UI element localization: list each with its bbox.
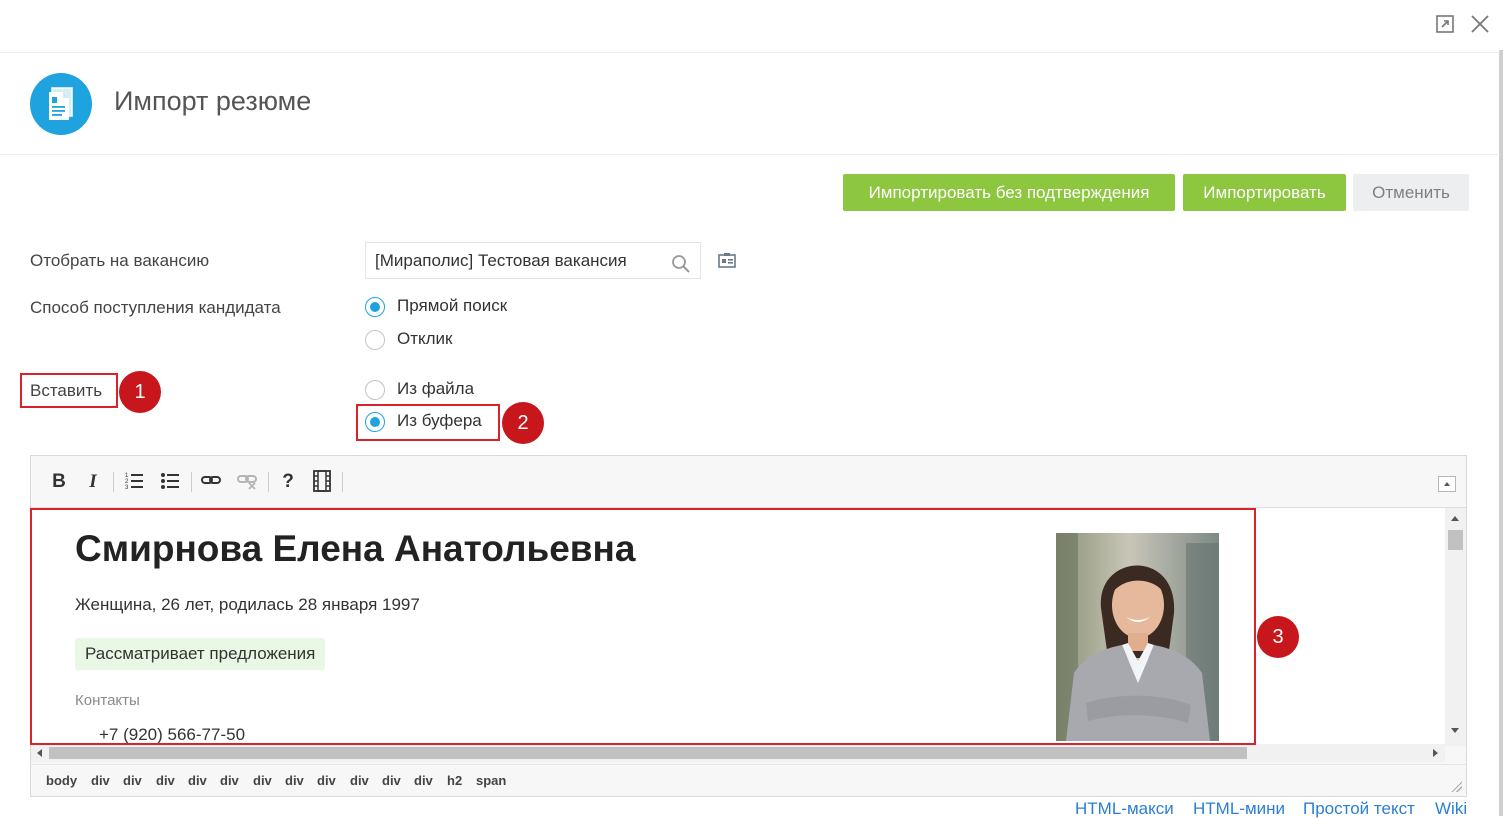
import-resume-dialog: Импорт резюме Импортировать без подтверж…	[0, 0, 1503, 819]
mode-link-html-maxi[interactable]: HTML-макси	[1075, 799, 1174, 819]
vacancy-input[interactable]: [Мираполис] Тестовая вакансия	[365, 242, 701, 279]
radio-selected-icon[interactable]	[365, 297, 385, 317]
path-crumb[interactable]: div	[285, 773, 304, 788]
link-icon[interactable]	[199, 470, 223, 494]
path-crumb[interactable]: div	[156, 773, 175, 788]
vacancy-value: [Мираполис] Тестовая вакансия	[375, 251, 627, 270]
source-option-label: Прямой поиск	[397, 296, 508, 315]
path-crumb[interactable]: h2	[447, 773, 462, 788]
path-crumb[interactable]: span	[476, 773, 506, 788]
import-button[interactable]: Импортировать	[1183, 174, 1346, 211]
path-crumb[interactable]: div	[350, 773, 369, 788]
horizontal-scroll-thumb[interactable]	[49, 747, 1247, 759]
resume-logo-icon	[30, 73, 92, 135]
bold-icon[interactable]: B	[47, 470, 71, 494]
close-icon[interactable]	[1470, 14, 1492, 36]
path-crumb[interactable]: div	[382, 773, 401, 788]
annotation-badge-1: 1	[119, 371, 161, 413]
media-icon[interactable]	[310, 470, 334, 494]
page-title: Импорт резюме	[114, 86, 312, 116]
path-crumb[interactable]: div	[253, 773, 272, 788]
resize-grip-icon[interactable]	[1450, 780, 1462, 792]
dialog-header: Импорт резюме	[0, 54, 1500, 155]
collapse-toolbar-button[interactable]	[1438, 476, 1456, 492]
radio-unselected-icon[interactable]	[365, 380, 385, 400]
toolbar-divider	[113, 472, 114, 492]
path-crumb[interactable]: div	[414, 773, 433, 788]
toolbar-divider	[342, 472, 343, 492]
import-without-confirmation-button[interactable]: Импортировать без подтверждения	[843, 174, 1175, 211]
svg-text:3: 3	[125, 485, 129, 490]
annotation-box-3	[30, 508, 1256, 745]
toolbar-divider	[268, 472, 269, 492]
annotation-box-1	[20, 373, 118, 408]
unlink-icon[interactable]	[235, 470, 259, 494]
vertical-scroll-thumb[interactable]	[1448, 530, 1463, 550]
path-crumb[interactable]: div	[123, 773, 142, 788]
bullet-list-icon[interactable]	[158, 470, 182, 494]
cancel-button[interactable]: Отменить	[1353, 174, 1469, 211]
vacancy-label: Отобрать на вакансию	[30, 251, 210, 270]
window-topbar	[0, 0, 1500, 53]
annotation-badge-3: 3	[1257, 616, 1299, 658]
window-edge	[1499, 50, 1503, 816]
path-crumb[interactable]: body	[46, 773, 77, 788]
radio-unselected-icon[interactable]	[365, 330, 385, 350]
editor-toolbar: B I 123 ?	[31, 456, 1466, 508]
path-crumb[interactable]: div	[220, 773, 239, 788]
italic-icon[interactable]: I	[81, 470, 105, 494]
scroll-left-icon[interactable]	[37, 749, 42, 757]
annotation-badge-2: 2	[502, 402, 544, 444]
scroll-right-icon[interactable]	[1433, 749, 1438, 757]
mode-link-plain-text[interactable]: Простой текст	[1303, 799, 1415, 819]
path-crumb[interactable]: div	[317, 773, 336, 788]
help-icon[interactable]: ?	[276, 470, 300, 494]
toolbar-divider	[191, 472, 192, 492]
annotation-box-2	[356, 404, 500, 441]
path-crumb[interactable]: div	[188, 773, 207, 788]
source-option-label: Отклик	[397, 329, 453, 348]
horizontal-scrollbar[interactable]	[31, 744, 1445, 762]
mode-link-wiki[interactable]: Wiki	[1435, 799, 1467, 819]
element-path-bar: body div div div div div div div div div…	[31, 764, 1466, 796]
vacancy-card-icon[interactable]	[718, 252, 736, 273]
scroll-down-icon[interactable]	[1451, 728, 1459, 733]
ordered-list-icon[interactable]: 123	[122, 470, 146, 494]
scroll-up-icon[interactable]	[1451, 516, 1459, 521]
vertical-scrollbar[interactable]	[1445, 508, 1466, 746]
search-icon[interactable]	[671, 251, 691, 286]
path-crumb[interactable]: div	[91, 773, 110, 788]
insert-option-label: Из файла	[397, 379, 475, 398]
mode-link-html-mini[interactable]: HTML-мини	[1193, 799, 1285, 819]
maximize-icon[interactable]	[1435, 14, 1457, 36]
source-label: Способ поступления кандидата	[30, 298, 281, 317]
